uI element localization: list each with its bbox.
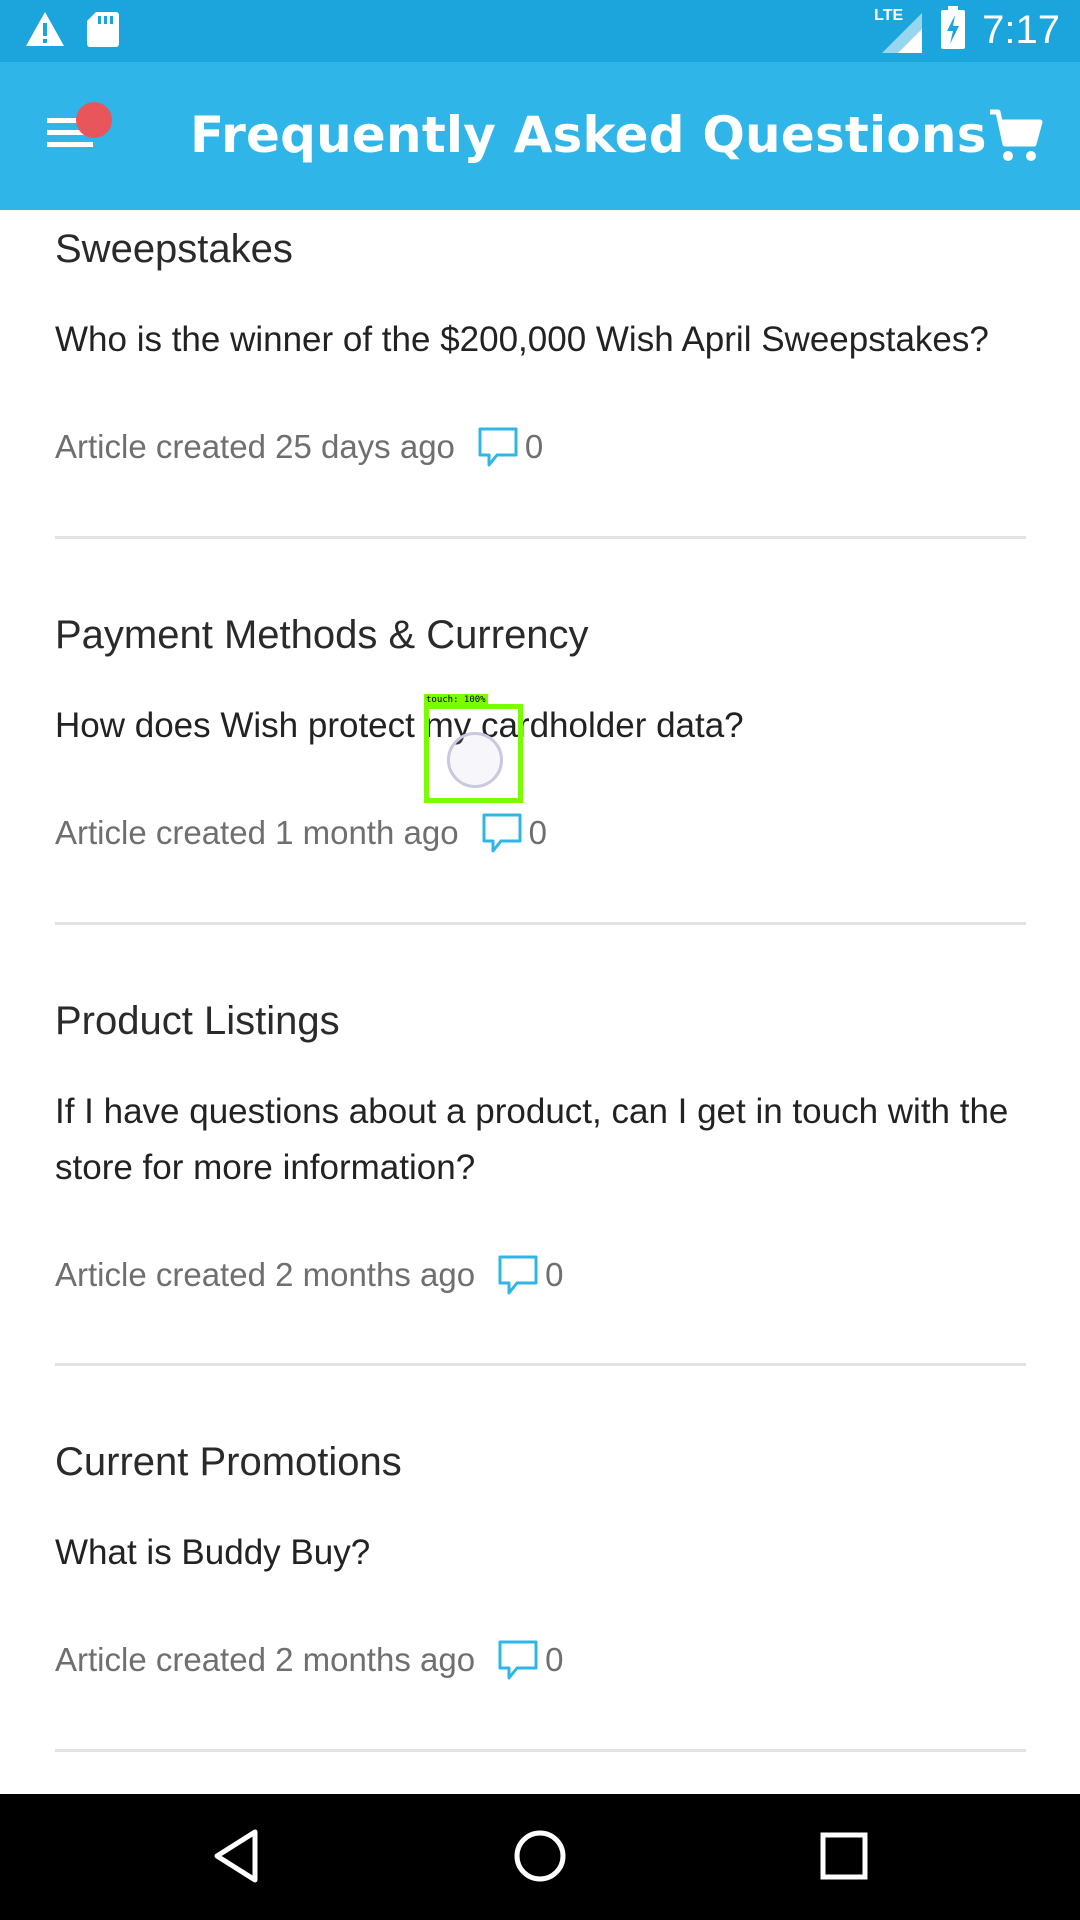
article-date: Article created 25 days ago — [55, 428, 455, 465]
comment-count: 0 — [528, 814, 547, 851]
comment-icon — [497, 1254, 539, 1296]
article-item[interactable]: Payment Methods & Currency How does Wish… — [55, 610, 1025, 854]
touch-ripple — [447, 732, 503, 788]
divider — [55, 536, 1026, 539]
article-question[interactable]: What is Buddy Buy? — [55, 1525, 1025, 1581]
divider — [55, 1363, 1026, 1366]
article-date: Article created 2 months ago — [55, 1641, 476, 1678]
back-button[interactable] — [205, 1824, 269, 1888]
notification-dot — [76, 102, 112, 138]
comment-icon — [477, 426, 519, 468]
article-meta: Article created 25 days ago 0 — [55, 426, 1025, 468]
article-category: Current Promotions — [55, 1440, 402, 1484]
sd-card-icon — [86, 10, 120, 53]
article-item[interactable]: Sweepstakes Who is the winner of the $20… — [55, 224, 1025, 468]
status-bar: LTE 7:17 — [0, 0, 1080, 62]
cart-icon — [986, 109, 1046, 170]
back-icon — [205, 1829, 269, 1892]
faq-list: Sweepstakes Who is the winner of the $20… — [0, 210, 1080, 1794]
cart-button[interactable] — [986, 106, 1046, 166]
comment-count: 0 — [545, 1256, 564, 1293]
battery-charging-icon — [940, 6, 966, 55]
article-question[interactable]: If I have questions about a product, can… — [55, 1084, 1025, 1196]
signal-icon: LTE — [874, 7, 924, 55]
article-meta: Article created 2 months ago 0 — [55, 1639, 1025, 1681]
article-question[interactable]: Who is the winner of the $200,000 Wish A… — [55, 312, 1025, 368]
divider — [55, 1749, 1026, 1752]
recents-button[interactable] — [812, 1824, 876, 1888]
comment-icon — [481, 812, 523, 854]
warning-icon — [24, 10, 66, 53]
article-category: Product Listings — [55, 999, 340, 1043]
home-icon — [508, 1830, 572, 1892]
article-item[interactable]: Product Listings If I have questions abo… — [55, 996, 1025, 1296]
navigation-bar — [0, 1794, 1080, 1920]
article-question[interactable]: How does Wish protect my cardholder data… — [55, 698, 1025, 754]
status-time: 7:17 — [982, 8, 1060, 52]
comment-count: 0 — [524, 428, 544, 465]
article-category: Sweepstakes — [55, 227, 293, 271]
article-meta: Article created 1 month ago 0 — [55, 812, 1025, 854]
recents-icon — [812, 1832, 876, 1892]
app-bar: Frequently Asked Questions — [0, 62, 1080, 210]
article-meta: Article created 2 months ago 0 — [55, 1254, 1025, 1296]
article-item[interactable]: Current Promotions What is Buddy Buy? Ar… — [55, 1437, 1025, 1681]
article-date: Article created 1 month ago — [55, 814, 459, 851]
home-button[interactable] — [508, 1824, 572, 1888]
page-title: Frequently Asked Questions — [190, 106, 987, 164]
menu-icon — [40, 118, 100, 160]
article-date: Article created 2 months ago — [55, 1256, 476, 1293]
comment-count: 0 — [545, 1641, 564, 1678]
divider — [55, 922, 1026, 925]
article-category: Payment Methods & Currency — [55, 613, 589, 657]
comment-icon — [497, 1639, 539, 1681]
